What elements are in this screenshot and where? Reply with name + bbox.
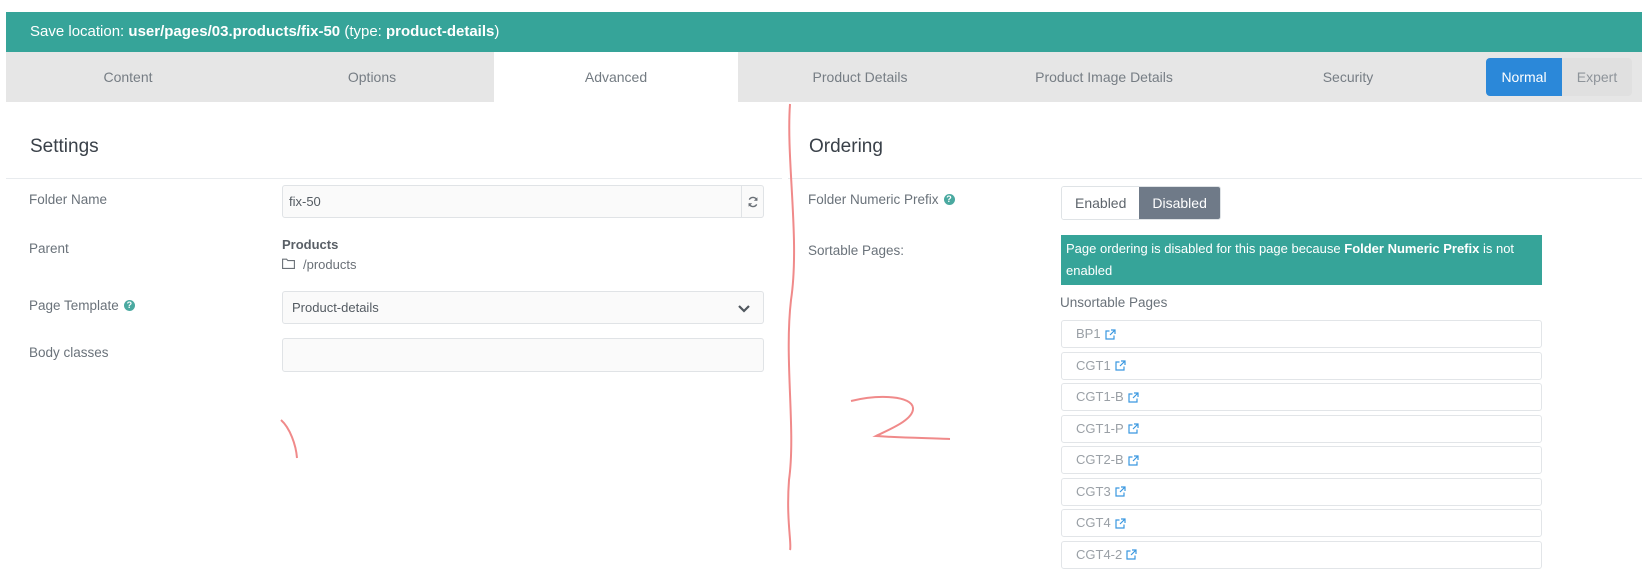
- settings-title: Settings: [30, 136, 99, 157]
- external-link-icon: [1128, 423, 1139, 434]
- parent-path-text: /products: [303, 257, 357, 272]
- parent-label-text: Parent: [29, 241, 69, 256]
- sortable-pages-label-text: Sortable Pages:: [808, 243, 905, 258]
- tab-advanced[interactable]: Advanced: [494, 52, 738, 102]
- unsortable-page-name: CGT4-2: [1076, 546, 1123, 562]
- unsortable-page-item[interactable]: CGT3: [1061, 477, 1542, 506]
- unsortable-page-name: CGT1: [1076, 357, 1111, 373]
- unsortable-page-name: CGT2-B: [1076, 452, 1124, 467]
- external-link-icon: [1115, 517, 1126, 529]
- prefix-enabled-button[interactable]: Enabled: [1062, 187, 1140, 219]
- external-link-icon: [1115, 360, 1126, 371]
- folder-name-input[interactable]: fix-50: [282, 185, 764, 218]
- page-template-value: Product-details: [292, 300, 379, 315]
- save-location-bar: Save location: user/pages/03.products/fi…: [6, 12, 1642, 52]
- expert-mode-button[interactable]: Expert: [1562, 58, 1632, 96]
- parent-path-link[interactable]: /products: [282, 257, 356, 272]
- folder-name-label-text: Folder Name: [29, 192, 108, 207]
- folder-name-label: Folder Name: [29, 192, 107, 207]
- folder-numeric-prefix-label: Folder Numeric Prefix ?: [808, 192, 955, 207]
- unsortable-page-item[interactable]: CGT4-2: [1061, 540, 1542, 569]
- parent-label: Parent: [29, 241, 69, 256]
- tab-security[interactable]: Security: [1226, 52, 1470, 102]
- unsortable-page-name: CGT1-P: [1076, 420, 1124, 436]
- external-link-icon: [1128, 454, 1139, 466]
- save-location-prefix: Save location:: [30, 23, 129, 40]
- unsortable-page-item[interactable]: CGT1-B: [1061, 383, 1542, 411]
- unsortable-page-name: CGT1-B: [1076, 389, 1124, 404]
- save-location-type-open: (type:: [340, 23, 387, 40]
- ordering-divider: [788, 178, 1642, 179]
- unsortable-page-name: CGT3: [1076, 483, 1111, 499]
- unsortable-page-name: CGT4: [1076, 515, 1111, 530]
- unsortable-page-item[interactable]: CGT1: [1061, 351, 1542, 380]
- save-location-path: user/pages/03.products/fix-50: [128, 23, 341, 40]
- external-link-icon: [1115, 486, 1126, 497]
- advanced-panel: Settings Folder Name fix-50 Parent Produ…: [6, 102, 1642, 581]
- unsortable-page-item[interactable]: BP1: [1061, 320, 1542, 348]
- save-location-type: product-details: [386, 23, 495, 40]
- page-template-label-text: Page Template: [29, 298, 119, 313]
- save-location-type-close: ): [494, 23, 500, 40]
- unsortable-page-item[interactable]: CGT2-B: [1061, 446, 1542, 474]
- unsortable-page-item[interactable]: CGT1-P: [1061, 414, 1542, 443]
- question-circle-icon[interactable]: ?: [943, 194, 955, 205]
- tab-product-details[interactable]: Product Details: [738, 52, 982, 102]
- ordering-title: Ordering: [809, 136, 883, 157]
- folder-name-value: fix-50: [289, 194, 321, 209]
- ordering-disabled-notice: Page ordering is disabled for this page …: [1061, 235, 1542, 285]
- chevron-down-icon: [737, 298, 751, 329]
- notice-text-bold: Folder Numeric Prefix: [1344, 241, 1480, 256]
- body-classes-label: Body classes: [29, 345, 109, 360]
- question-circle-icon[interactable]: ?: [123, 300, 135, 311]
- tab-content[interactable]: Content: [6, 52, 250, 102]
- folder-icon: [282, 257, 295, 272]
- unsortable-pages-list: BP1 CGT1 CGT1-B CGT1-P CGT2-B CGT3 CGT4 CGT4-2: [1061, 320, 1542, 572]
- parent-name: Products: [282, 237, 339, 252]
- body-classes-label-text: Body classes: [29, 345, 109, 360]
- prefix-disabled-button[interactable]: Disabled: [1139, 187, 1220, 219]
- external-link-icon: [1128, 391, 1139, 403]
- unsortable-page-name: BP1: [1076, 326, 1101, 341]
- settings-divider: [6, 178, 782, 179]
- mode-switch: Normal Expert: [1486, 58, 1632, 96]
- notice-text-before: Page ordering is disabled for this page …: [1066, 241, 1345, 256]
- folder-numeric-prefix-label-text: Folder Numeric Prefix: [808, 192, 939, 207]
- page-template-select[interactable]: Product-details: [282, 291, 764, 324]
- tab-product-image-details[interactable]: Product Image Details: [982, 52, 1226, 102]
- unsortable-page-item[interactable]: CGT4: [1061, 509, 1542, 537]
- refresh-icon[interactable]: [741, 186, 763, 217]
- body-classes-input[interactable]: [282, 338, 764, 372]
- external-link-icon: [1126, 549, 1137, 560]
- folder-numeric-prefix-toggle: Enabled Disabled: [1061, 186, 1221, 220]
- tab-options[interactable]: Options: [250, 52, 494, 102]
- page-template-label: Page Template ?: [29, 298, 135, 313]
- sortable-pages-label: Sortable Pages:: [808, 243, 904, 258]
- unsortable-pages-title: Unsortable Pages: [1060, 295, 1168, 310]
- tab-bar: Content Options Advanced Product Details…: [6, 52, 1642, 102]
- external-link-icon: [1104, 328, 1116, 340]
- page-editor: Save location: user/pages/03.products/fi…: [6, 12, 1642, 581]
- normal-mode-button[interactable]: Normal: [1486, 58, 1562, 96]
